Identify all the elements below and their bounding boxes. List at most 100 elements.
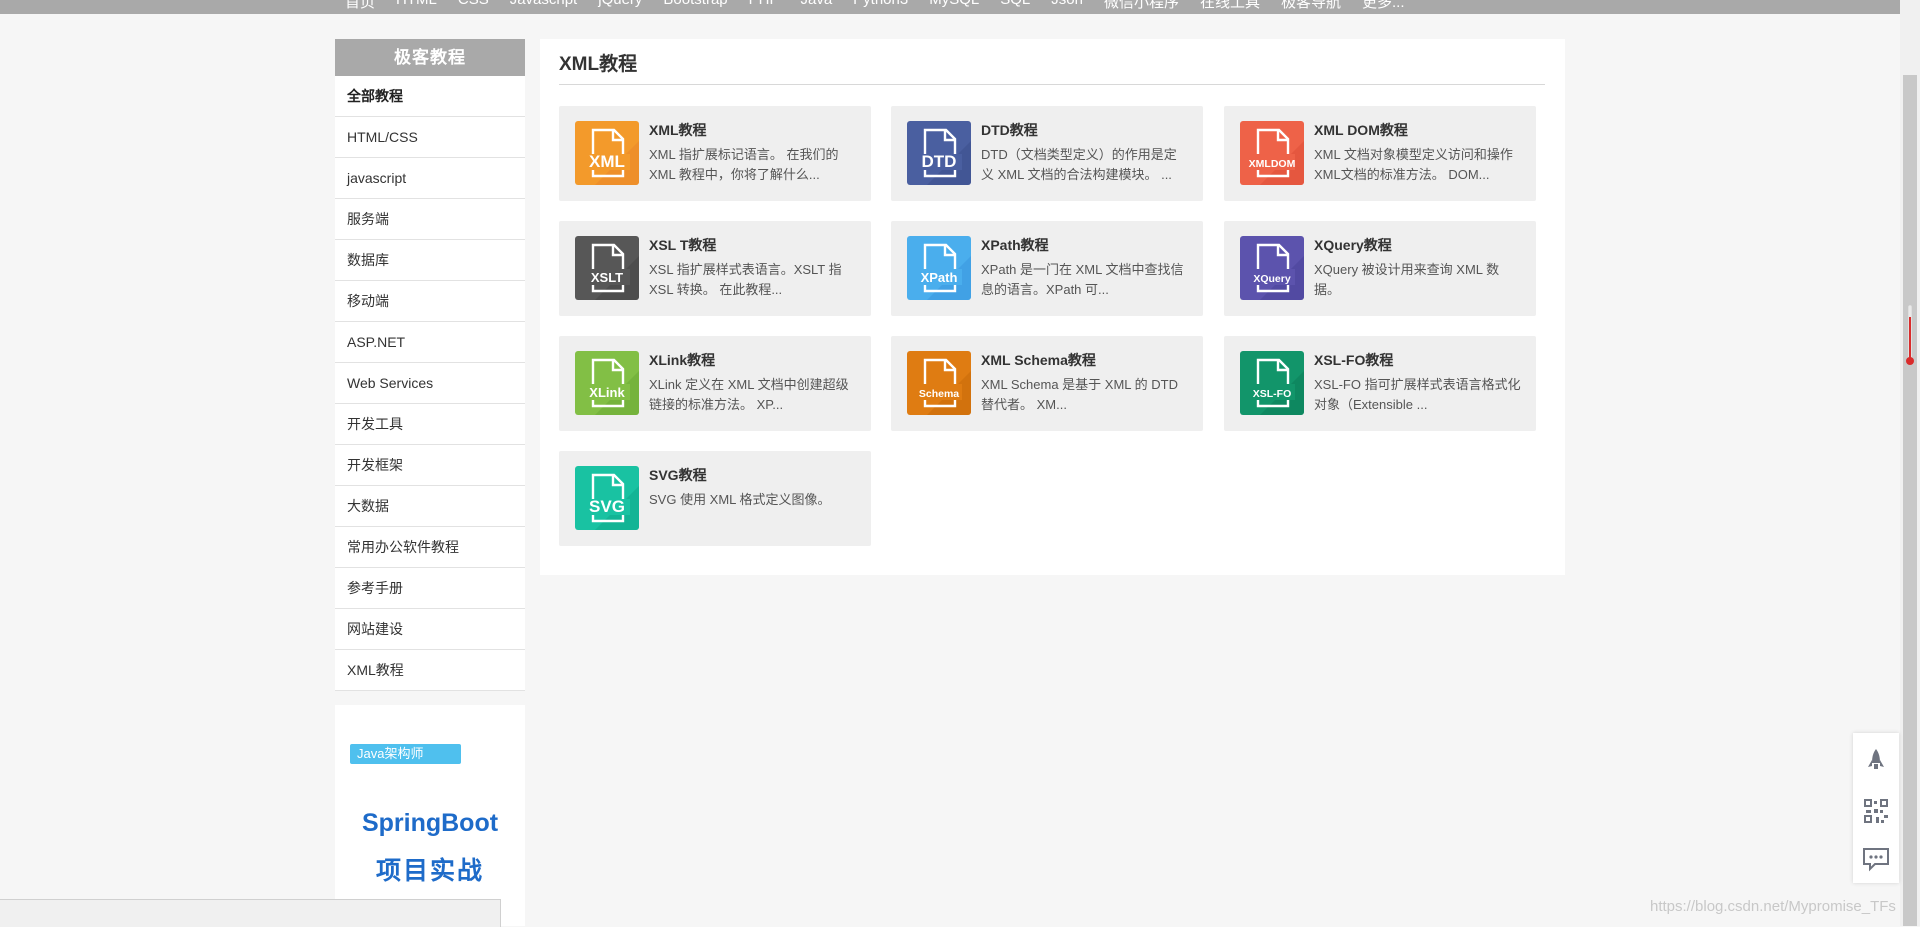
rocket-icon[interactable] [1862, 747, 1890, 775]
svg-text:SVG: SVG [589, 497, 625, 516]
xsl-fo-icon: XSL-FO [1240, 351, 1304, 415]
xslt-icon: XSLT [575, 236, 639, 300]
card-description: SVG 使用 XML 格式定义图像。 [649, 492, 831, 507]
ad-banner[interactable]: Java架构师 SpringBoot 项目实战 [335, 705, 525, 926]
tutorial-card[interactable]: DTD DTD教程 DTD（文档类型定义）的作用是定 义 XML 文档的合法构建模块… [891, 106, 1203, 201]
svg-text:DTD: DTD [922, 152, 957, 171]
sidebar-item[interactable]: 移动端 [335, 281, 525, 322]
sidebar: 极客教程 全部教程 HTML/CSS javascript 服务端 数据库 移动端 ASP.… [335, 39, 525, 691]
svg-text:XMLDOM: XMLDOM [1249, 158, 1296, 170]
top-nav-item[interactable]: MySQL [929, 0, 979, 12]
xquery-icon: XQuery [1240, 236, 1304, 300]
card-description: XML Schema 是基于 XML 的 DTD 替代者。 XM... [981, 377, 1178, 412]
top-nav-item[interactable]: 更多... [1362, 0, 1405, 12]
sidebar-item[interactable]: 参考手册 [335, 568, 525, 609]
sidebar-item[interactable]: 常用办公软件教程 [335, 527, 525, 568]
svg-text:XQuery: XQuery [1253, 273, 1291, 285]
sidebar-item[interactable]: HTML/CSS [335, 117, 525, 158]
sidebar-item[interactable]: 网站建设 [335, 609, 525, 650]
tutorial-card[interactable]: XLink XLink教程 XLink 定义在 XML 文档中创建超级 链接的标准方… [559, 336, 871, 431]
card-title[interactable]: XML DOM教程 [1314, 120, 1408, 140]
sidebar-title: 极客教程 [335, 39, 525, 76]
top-nav-item[interactable]: HTML [396, 0, 437, 12]
sidebar-list: 全部教程 HTML/CSS javascript 服务端 数据库 移动端 ASP.NET We… [335, 76, 525, 691]
tutorial-card[interactable]: XML XML教程 XML 指扩展标记语言。 在我们的 XML 教程中，你将了解什么… [559, 106, 871, 201]
top-nav-item[interactable]: 极客导航 [1281, 0, 1341, 12]
svg-icon: SVG [575, 466, 639, 530]
card-title[interactable]: XLink教程 [649, 350, 715, 370]
ad-tag: Java架构师 [350, 744, 461, 764]
tutorial-card[interactable]: XSL-FO XSL-FO教程 XSL-FO 指可扩展样式表语言格式化 对象（Ext… [1224, 336, 1536, 431]
card-title[interactable]: XSL T教程 [649, 235, 716, 255]
page-title: XML教程 [559, 54, 638, 75]
card-description: XPath 是一门在 XML 文档中查找信 息的语言。XPath 可... [981, 262, 1184, 297]
top-nav-item[interactable]: Bootstrap [663, 0, 727, 12]
tutorial-card[interactable]: SVG SVG教程 SVG 使用 XML 格式定义图像。 [559, 451, 871, 546]
svg-text:XML: XML [589, 152, 625, 171]
tutorial-card[interactable]: XSLT XSL T教程 XSL 指扩展样式表语言。XSLT 指 XSL 转换。 在… [559, 221, 871, 316]
card-title[interactable]: XML Schema教程 [981, 350, 1096, 370]
sidebar-item[interactable]: 开发工具 [335, 404, 525, 445]
card-description: XSL 指扩展样式表语言。XSLT 指 XSL 转换。 在此教程... [649, 262, 842, 297]
top-nav-item[interactable]: PHP [749, 0, 780, 12]
top-nav-item[interactable]: Python3 [853, 0, 908, 12]
xml-schema-icon: Schema [907, 351, 971, 415]
bottom-panel [0, 899, 501, 927]
top-nav-item[interactable]: 在线工具 [1200, 0, 1260, 12]
floating-toolbar [1853, 733, 1899, 883]
top-nav-item[interactable]: 微信小程序 [1104, 0, 1179, 12]
card-title[interactable]: XML教程 [649, 120, 707, 140]
xlink-icon: XLink [575, 351, 639, 415]
card-title[interactable]: DTD教程 [981, 120, 1038, 140]
sidebar-item[interactable]: 全部教程 [335, 76, 525, 117]
svg-text:XSLT: XSLT [591, 270, 623, 285]
sidebar-item[interactable]: javascript [335, 158, 525, 199]
card-description: XSL-FO 指可扩展样式表语言格式化 对象（Extensible ... [1314, 377, 1521, 412]
top-nav-item[interactable]: Java [800, 0, 832, 12]
dtd-icon: DTD [907, 121, 971, 185]
top-nav-item[interactable]: Javascript [510, 0, 578, 12]
card-description: XML 文档对象模型定义访问和操作 XML文档的标准方法。 DOM... [1314, 147, 1513, 182]
svg-text:XLink: XLink [589, 385, 625, 400]
title-divider [559, 84, 1545, 85]
card-description: XML 指扩展标记语言。 在我们的 XML 教程中，你将了解什么... [649, 147, 839, 182]
tutorial-card[interactable]: XPath XPath教程 XPath 是一门在 XML 文档中查找信 息的语言。X… [891, 221, 1203, 316]
qr-code-icon[interactable] [1862, 797, 1890, 825]
ad-title-line2: 项目实战 [375, 857, 484, 885]
tutorial-card[interactable]: XMLDOM XML DOM教程 XML 文档对象模型定义访问和操作 XML文档的标… [1224, 106, 1536, 201]
card-title[interactable]: SVG教程 [649, 465, 707, 485]
card-title[interactable]: XQuery教程 [1314, 235, 1392, 255]
svg-text:XSL-FO: XSL-FO [1253, 388, 1292, 400]
card-description: XQuery 被设计用来查询 XML 数 据。 [1314, 262, 1500, 297]
sidebar-item[interactable]: 大数据 [335, 486, 525, 527]
top-nav: 首页 HTML CSS Javascript jQuery Bootstrap PHP Jav… [0, 0, 1900, 14]
xml-dom-icon: XMLDOM [1240, 121, 1304, 185]
xpath-icon: XPath [907, 236, 971, 300]
top-nav-item[interactable]: jQuery [598, 0, 642, 12]
scrollbar-thumb[interactable] [1903, 75, 1917, 926]
top-nav-item[interactable]: CSS [458, 0, 489, 12]
sidebar-item[interactable]: XML教程 [335, 650, 525, 691]
watermark: https://blog.csdn.net/Mypromise_TFs [1650, 898, 1896, 915]
top-nav-items: 首页 HTML CSS Javascript jQuery Bootstrap PHP Jav… [345, 0, 1405, 12]
scrollbar[interactable] [1900, 0, 1920, 926]
tutorial-card[interactable]: Schema XML Schema教程 XML Schema 是基于 XML 的 D… [891, 336, 1203, 431]
svg-text:Schema: Schema [919, 388, 959, 400]
ad-title-line1: SpringBoot [361, 809, 499, 837]
sidebar-item[interactable]: Web Services [335, 363, 525, 404]
sidebar-item[interactable]: 数据库 [335, 240, 525, 281]
top-nav-item[interactable]: SQL [1000, 0, 1030, 12]
main-content: XML教程 XML XML教程 XML 指扩展标记语言。 在我们的 XML 教程中，… [540, 39, 1565, 575]
chat-icon[interactable] [1862, 845, 1890, 873]
top-nav-item[interactable]: 首页 [345, 0, 375, 12]
sidebar-item[interactable]: ASP.NET [335, 322, 525, 363]
card-title[interactable]: XSL-FO教程 [1314, 350, 1393, 370]
card-description: DTD（文档类型定义）的作用是定 义 XML 文档的合法构建模块。 ... [981, 147, 1177, 182]
svg-text:XPath: XPath [921, 270, 958, 285]
top-nav-item[interactable]: Json [1051, 0, 1083, 12]
card-title[interactable]: XPath教程 [981, 235, 1049, 255]
sidebar-item[interactable]: 开发框架 [335, 445, 525, 486]
sidebar-item[interactable]: 服务端 [335, 199, 525, 240]
xml-icon: XML [575, 121, 639, 185]
tutorial-card[interactable]: XQuery XQuery教程 XQuery 被设计用来查询 XML 数 据。 [1224, 221, 1536, 316]
